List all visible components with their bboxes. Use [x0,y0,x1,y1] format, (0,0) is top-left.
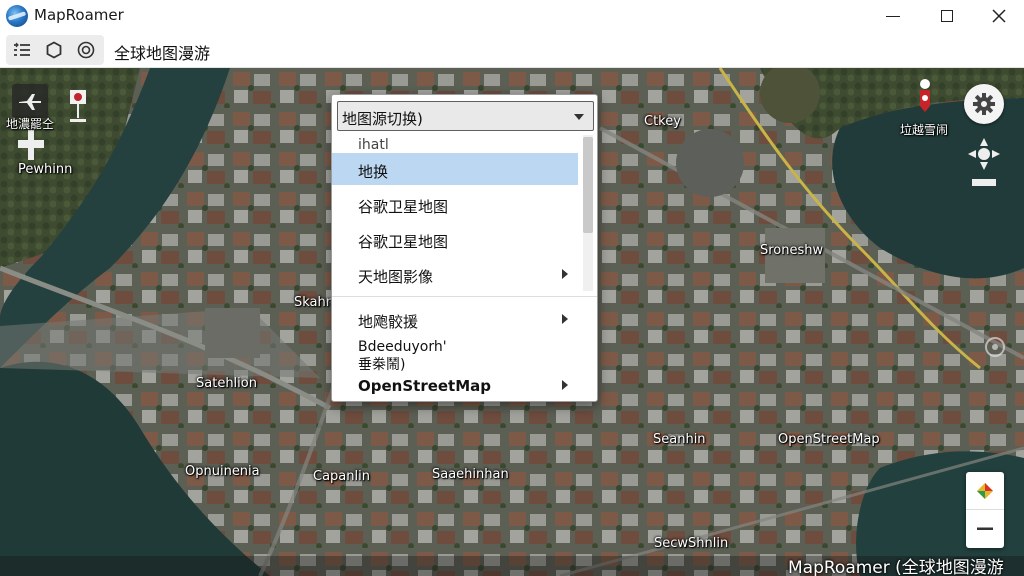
map-source-select[interactable]: 地图源切换) [337,101,594,131]
airplane-icon [19,94,41,110]
zoom-control [966,472,1004,548]
map-source-option[interactable]: Bdeeduyorh' 垂桊鬧) [332,339,578,373]
gear-icon [973,93,995,115]
divider [332,296,597,297]
map-label: Saaehinhan [432,467,509,482]
navigation-control[interactable] [966,136,1002,190]
layers-button[interactable] [10,38,34,62]
hexagon-icon [46,41,62,59]
tilt-control[interactable] [984,336,1006,358]
map-source-option[interactable]: 天地图影像 [332,258,578,290]
minus-icon [977,527,993,530]
minimize-icon [886,15,900,17]
flight-mode-button[interactable] [12,84,48,118]
maximize-button[interactable] [924,0,970,32]
nav-cross-icon [968,138,1000,186]
map-source-dropdown: 地图源切换) ihatl 地换 谷歌卫星地图 谷歌卫星地图 天地图影像 地飑骹援… [331,94,598,402]
map-source-option[interactable]: 谷歌卫星地图 [332,223,578,255]
map-label: Capanlin [313,469,370,484]
title-bar: MapRoamer [0,0,1024,32]
option-label: 地换 [358,163,389,181]
place-marker-button[interactable] [66,86,90,126]
list-icon [14,42,30,56]
map-label: Sroneshw [760,243,824,258]
chevron-down-icon [574,114,584,120]
close-button[interactable] [976,0,1022,32]
zoom-out-button[interactable] [966,510,1004,548]
app-title: MapRoamer [34,6,124,24]
option-label: 谷歌卫星地图 [358,233,449,251]
map-source-option[interactable]: 地飑骹援 [332,303,578,335]
dropdown-partial-item: ihatl [358,137,389,149]
chevron-right-icon [562,314,568,324]
map-source-option[interactable]: 地换 [332,153,578,185]
location-marker[interactable] [916,78,934,118]
tool-group [6,35,104,65]
map-label: OpenStreetMap [778,432,880,447]
maximize-icon [941,10,953,22]
map-label: Seanhin [653,432,706,447]
chevron-right-icon [562,269,568,279]
map-label: Ctkey [644,114,681,129]
target-icon [77,41,95,59]
option-label: 天地图影像 [358,268,434,286]
pan-control[interactable] [18,130,44,160]
compass-diamond-icon [977,482,993,499]
option-label: OpenStreetMap [358,377,492,395]
map-label: Skahn [294,295,334,310]
app-logo-icon [6,5,28,27]
footer-caption: MapRoamer (全球地图漫游 [788,558,1004,576]
page-title: 全球地图漫游 [114,44,211,63]
zoom-in-button[interactable] [966,472,1004,510]
map-source-select-value: 地图源切换) [342,110,423,128]
settings-button[interactable] [964,84,1004,124]
option-label: 谷歌卫星地图 [358,198,449,216]
scrollbar-thumb[interactable] [583,137,593,233]
map-source-option-osm[interactable]: OpenStreetMap [332,371,578,399]
map-label: Satehlion [196,376,257,391]
option-label: Bdeeduyorh' [358,339,447,355]
dropdown-scrollbar[interactable] [583,135,593,291]
tilt-icon [985,337,1005,357]
chevron-right-icon [562,380,568,390]
map-label: Pewhinn [18,162,73,177]
minimize-button[interactable] [870,0,916,32]
toolbar: 全球地图漫游 [0,32,1024,68]
location-pin-icon [920,79,930,112]
locate-button[interactable] [74,38,98,62]
option-label: 地飑骹援 [358,313,419,331]
map-label: SecwShnlin [654,536,729,551]
close-icon [992,9,1006,23]
map-source-option[interactable]: 谷歌卫星地图 [332,188,578,220]
pan-cross-icon [18,130,44,160]
marker-label: 垃越雪闹 [900,123,949,137]
compass-label: 地濃罷仝 [6,117,55,131]
shape-button[interactable] [42,38,66,62]
map-label: Opnuinenia [185,464,260,479]
map-pin-icon [70,90,86,122]
